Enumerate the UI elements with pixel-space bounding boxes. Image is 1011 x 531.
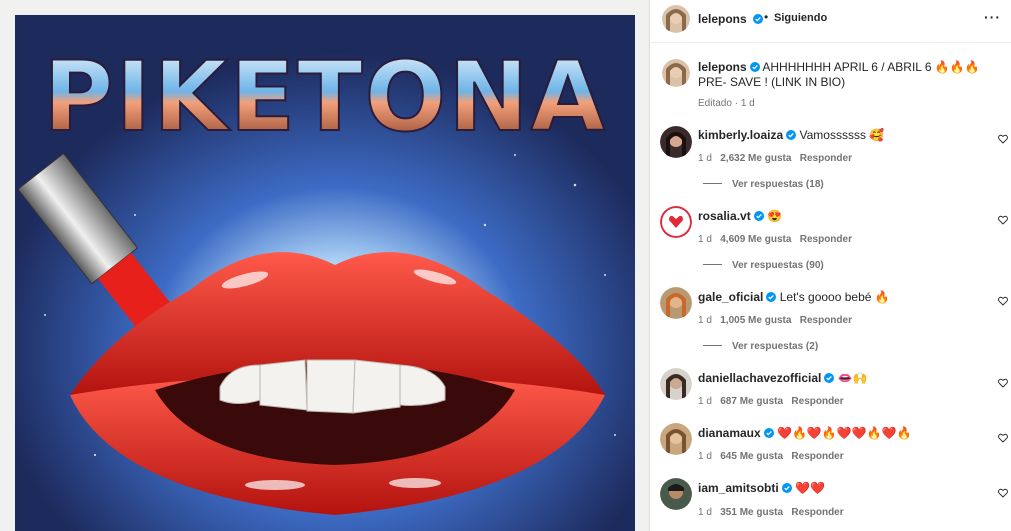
caption-username[interactable]: lelepons [698, 60, 747, 74]
caption-age[interactable]: 1 d [741, 98, 755, 109]
commenter-avatar[interactable] [660, 478, 692, 510]
replies-line [703, 345, 722, 346]
like-heart-icon[interactable] [998, 296, 1008, 306]
edited-label: Editado [698, 98, 732, 109]
verified-icon [786, 130, 797, 140]
comment-age[interactable]: 1 d [698, 396, 712, 407]
commenter-avatar[interactable] [660, 423, 692, 455]
verified-icon [753, 14, 763, 24]
commenter-avatar[interactable] [660, 287, 692, 319]
replies-line [703, 183, 722, 184]
comment-age[interactable]: 1 d [698, 153, 712, 164]
comment-likes[interactable]: 1,005 Me gusta [720, 315, 791, 326]
view-replies-label: Ver respuestas (2) [732, 341, 819, 352]
like-heart-icon[interactable] [998, 378, 1008, 388]
verified-icon [753, 211, 764, 221]
like-heart-icon[interactable] [998, 433, 1008, 443]
replies-line [703, 264, 722, 265]
comment-likes[interactable]: 2,632 Me gusta [720, 153, 791, 164]
comment-likes[interactable]: 687 Me gusta [720, 396, 783, 407]
comment-age[interactable]: 1 d [698, 315, 712, 326]
view-replies-label: Ver respuestas (18) [732, 179, 824, 190]
comment-username[interactable]: dianamaux [698, 426, 761, 440]
post-header: lelepons • Siguiendo ··· [650, 0, 1011, 43]
comment-username[interactable]: rosalia.vt [698, 209, 751, 223]
commenter-avatar[interactable] [660, 206, 692, 238]
more-options-icon[interactable]: ··· [984, 9, 1001, 25]
like-heart-icon[interactable] [998, 488, 1008, 498]
comment-age[interactable]: 1 d [698, 451, 712, 462]
poster-title: PIKETONA [43, 41, 607, 153]
view-replies-button[interactable]: Ver respuestas (18) [703, 179, 824, 190]
following-button[interactable]: Siguiendo [774, 12, 827, 24]
dot-separator: • [764, 10, 769, 24]
commenter-avatar[interactable] [660, 368, 692, 400]
comment-text: ❤️❤️ [795, 481, 825, 495]
reply-button[interactable]: Responder [791, 451, 843, 462]
comment-text: 😍 [767, 209, 782, 223]
author-avatar[interactable] [662, 5, 690, 33]
view-replies-button[interactable]: Ver respuestas (2) [703, 341, 818, 352]
verified-icon [766, 292, 777, 302]
verified-icon [781, 483, 792, 493]
reply-button[interactable]: Responder [791, 507, 843, 518]
reply-button[interactable]: Responder [800, 153, 852, 164]
comment-username[interactable]: iam_amitsobti [698, 481, 779, 495]
reply-button[interactable]: Responder [800, 234, 852, 245]
view-replies-button[interactable]: Ver respuestas (90) [703, 260, 824, 271]
post-sidebar: lelepons • Siguiendo ··· lelepons AHHHHH… [649, 0, 1011, 531]
comment-text: ❤️🔥❤️🔥❤️❤️🔥❤️🔥 [777, 426, 912, 440]
comment-age[interactable]: 1 d [698, 507, 712, 518]
comment-username[interactable]: kimberly.loaiza [698, 128, 783, 142]
commenter-avatar[interactable] [660, 126, 692, 158]
like-heart-icon[interactable] [998, 215, 1008, 225]
caption-avatar[interactable] [662, 59, 690, 87]
verified-icon [749, 62, 760, 72]
comment-username[interactable]: gale_oficial [698, 290, 763, 304]
poster-image: PIKETONA [15, 15, 635, 531]
comment-text: Vamossssss 🥰 [799, 128, 885, 142]
view-replies-label: Ver respuestas (90) [732, 260, 824, 271]
post-media[interactable]: PIKETONA [0, 0, 649, 531]
comment-likes[interactable]: 351 Me gusta [720, 507, 783, 518]
comment-text: Let's goooo bebé 🔥 [779, 290, 890, 304]
reply-button[interactable]: Responder [800, 315, 852, 326]
comment-age[interactable]: 1 d [698, 234, 712, 245]
comment-text: 👄🙌 [837, 371, 868, 385]
author-username[interactable]: lelepons [698, 12, 747, 26]
verified-icon [763, 428, 774, 438]
verified-icon [824, 373, 835, 383]
like-heart-icon[interactable] [998, 134, 1008, 144]
reply-button[interactable]: Responder [791, 396, 843, 407]
comment-username[interactable]: daniellachavezofficial [698, 371, 821, 385]
comment-likes[interactable]: 645 Me gusta [720, 451, 783, 462]
comment-likes[interactable]: 4,609 Me gusta [720, 234, 791, 245]
